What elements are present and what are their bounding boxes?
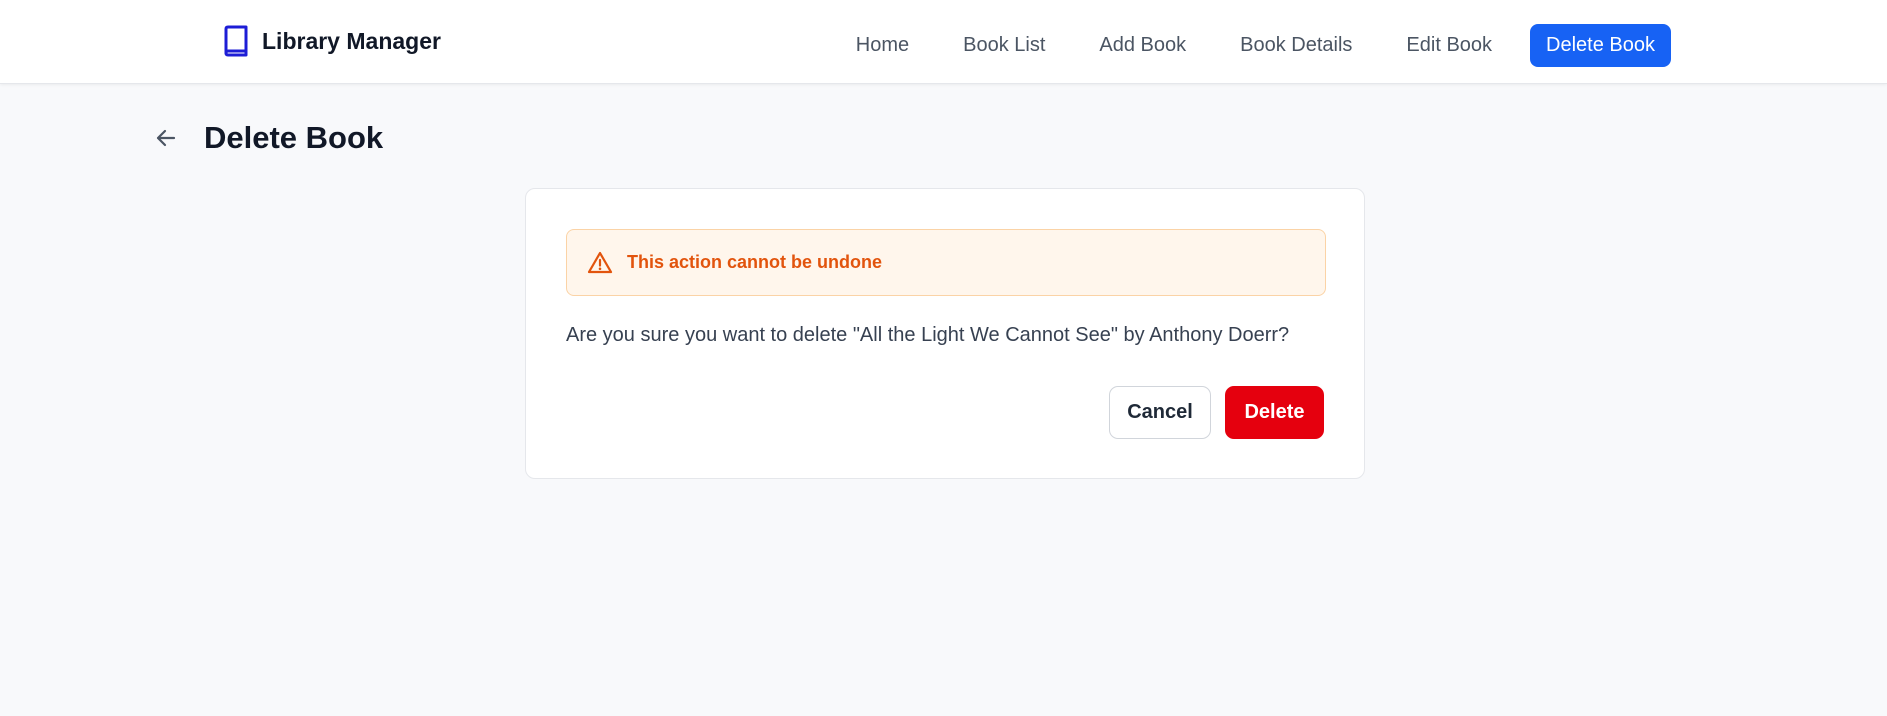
page-header: Delete Book	[152, 116, 383, 160]
nav-home[interactable]: Home	[840, 24, 925, 67]
warning-text: This action cannot be undone	[627, 252, 883, 272]
confirmation-message: Are you sure you want to delete "All the…	[566, 324, 1290, 346]
nav-add-book[interactable]: Add Book	[1083, 24, 1202, 67]
top-navbar: Library Manager Home Book List Add Book …	[0, 0, 1887, 84]
brand-logo[interactable]: Library Manager	[222, 24, 441, 58]
arrow-left-icon	[156, 129, 176, 147]
delete-confirmation-card: This action cannot be undone Are you sur…	[525, 188, 1365, 479]
dialog-actions: Cancel Delete	[1109, 386, 1324, 439]
back-button[interactable]	[152, 124, 180, 152]
nav-edit-book[interactable]: Edit Book	[1390, 24, 1508, 67]
book-icon	[224, 25, 248, 57]
main-nav: Home Book List Add Book Book Details Edi…	[840, 22, 1671, 68]
page-title: Delete Book	[204, 120, 384, 155]
nav-delete-book[interactable]: Delete Book	[1530, 23, 1671, 67]
brand-name: Library Manager	[262, 27, 441, 54]
nav-book-details[interactable]: Book Details	[1224, 24, 1368, 67]
cancel-button[interactable]: Cancel	[1109, 386, 1211, 439]
delete-button[interactable]: Delete	[1225, 386, 1324, 439]
warning-triangle-icon	[587, 251, 613, 273]
warning-alert: This action cannot be undone	[566, 229, 1326, 296]
nav-book-list[interactable]: Book List	[947, 24, 1061, 67]
